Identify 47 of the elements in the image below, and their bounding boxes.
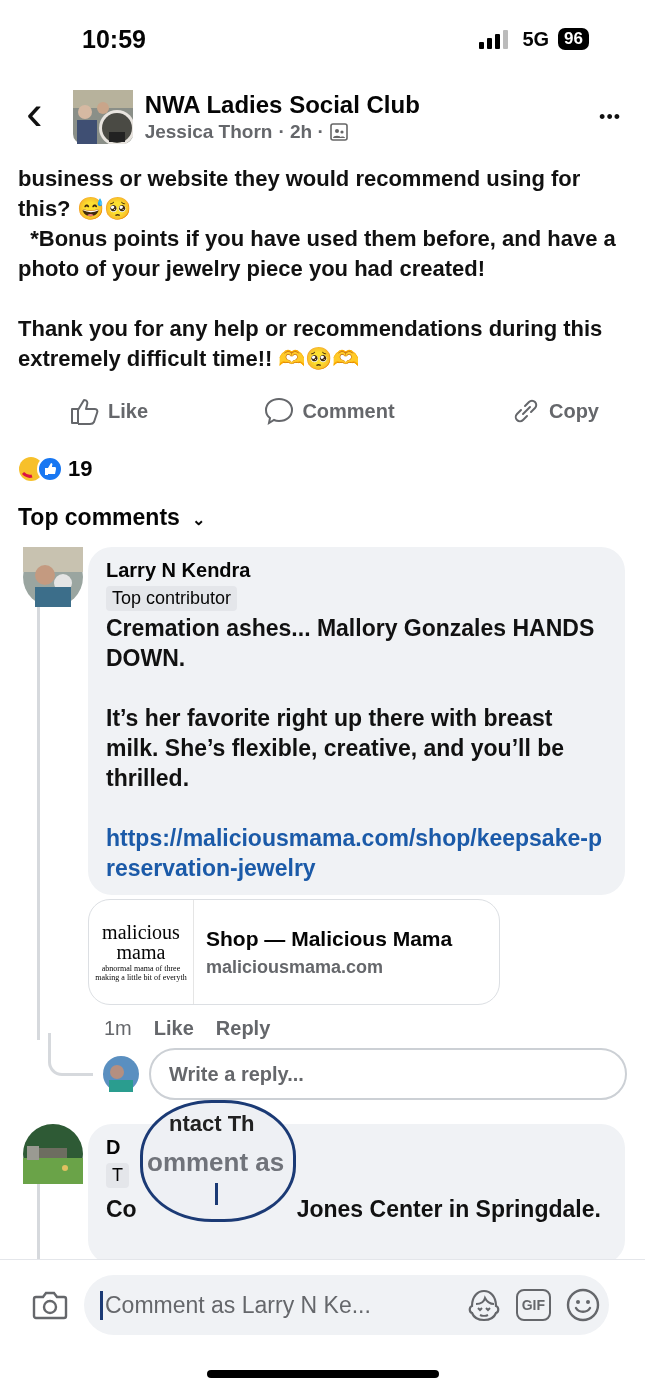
magnified-text: ntact Th xyxy=(169,1111,255,1137)
post-text: *Bonus points if you have used them before, and have a photo of your jewelry piece you had created! xyxy=(18,225,617,283)
contributor-badge: Top contributor xyxy=(106,586,238,611)
reply-link[interactable]: Reply xyxy=(215,1017,271,1040)
contributor-badge: T xyxy=(106,1163,129,1188)
status-time: 10:59 xyxy=(82,24,146,54)
comment-link[interactable]: https://maliciousmama.com/shop/keepsake-preservation-jewelry xyxy=(106,823,607,883)
commenter-name[interactable]: D xyxy=(106,1136,121,1159)
reaction-count[interactable]: 19 xyxy=(68,456,93,482)
network-label: 5G xyxy=(522,27,550,51)
logo-tagline: abnormal mama of three making a little bit of everyth xyxy=(94,963,188,982)
comment-bar[interactable]: Comment as Larry N Ke... GIF xyxy=(84,1275,609,1335)
reaction-icons xyxy=(18,456,64,482)
like-link[interactable]: Like xyxy=(153,1017,194,1040)
comment-time: 1m xyxy=(104,1017,132,1040)
logo-text: mama xyxy=(116,942,166,962)
action-button[interactable]: Comment xyxy=(258,396,401,426)
back-button[interactable]: ‹ xyxy=(20,87,57,147)
comment-text: Cremation ashes... Mallory Gonzales HANDS DOWN. xyxy=(106,614,596,673)
thumbs-up-icon xyxy=(70,397,100,425)
gif-button[interactable]: GIF xyxy=(515,1289,551,1321)
commenter-name[interactable]: Larry N Kendra xyxy=(106,559,251,582)
preview-domain: maliciousmama.com xyxy=(206,956,385,978)
comment-field[interactable]: Comment as Larry N Ke... xyxy=(100,1290,452,1320)
battery-level: 96 xyxy=(558,28,589,50)
smiley-icon[interactable] xyxy=(565,1287,601,1323)
action-button[interactable]: Like xyxy=(64,396,155,426)
group-members-icon xyxy=(329,123,348,141)
comment-text: Co xyxy=(106,1195,137,1224)
camera-icon[interactable] xyxy=(32,1290,68,1320)
thread-connector xyxy=(48,1032,93,1076)
magnified-text: omment as xyxy=(147,1147,285,1178)
comment-text: It’s her favorite right up there with breast milk. She’s flexible, creative, and you’ll be thrilled. xyxy=(106,704,566,793)
comment-text: Jones Center in Springdale. xyxy=(296,1195,601,1224)
speech-bubble-icon xyxy=(264,397,295,425)
post-text: business or website they would recommend using for this? 😅🥺 xyxy=(18,165,582,223)
group-name[interactable]: NWA Ladies Social Club xyxy=(144,91,594,119)
action-button[interactable]: Copy xyxy=(505,396,605,426)
post-time: · 2h · xyxy=(278,121,324,143)
author-name[interactable]: Jessica Thorn xyxy=(144,121,273,143)
logo-text: malicious xyxy=(102,922,180,942)
preview-title: Shop — Malicious Mama xyxy=(206,926,453,951)
more-button[interactable]: ••• xyxy=(593,105,627,129)
post-text: Thank you for any help or recommendations during this extremely difficult time!! 🫶🥺🫶 xyxy=(18,315,604,373)
link-preview[interactable]: malicious mama abnormal mama of three making a little bit of everyth Shop — Malicious Mama maliciousmama.com xyxy=(88,899,500,1005)
sort-dropdown[interactable]: Top comments ⌄ xyxy=(0,482,224,531)
reply-field[interactable]: Write a reply... xyxy=(149,1048,627,1100)
